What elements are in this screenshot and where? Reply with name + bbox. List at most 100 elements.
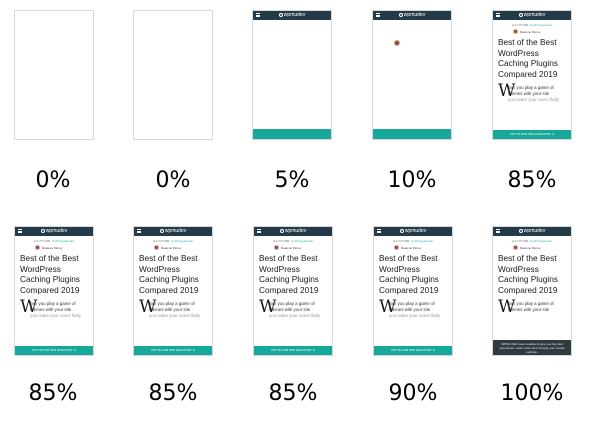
author-name[interactable]: Raelene Morey: [42, 246, 62, 250]
author-avatar: [394, 40, 400, 46]
author-name[interactable]: Raelene Morey: [520, 246, 540, 250]
article-intro: hen you play a game of themes with your s…: [269, 301, 321, 318]
cta-bar: OPT IN FOR 50% DISCOUNT ➜: [15, 346, 93, 355]
frame-8-progress-label: 85%: [268, 381, 318, 406]
frame-5-progress-label: 85%: [507, 168, 557, 193]
frame-10-progress-label: 100%: [500, 381, 564, 406]
article-title: Best of the Best WordPress Caching Plugi…: [498, 37, 558, 79]
article-meta: ● 4,777,000 ⊙ 22 Comments: [134, 239, 212, 243]
author-name[interactable]: Raelene Morey: [401, 246, 421, 250]
article-title: Best of the Best WordPress Caching Plugi…: [498, 253, 558, 295]
site-header: wpmudev: [254, 227, 332, 236]
views-count: ● 4,777,000: [512, 239, 529, 243]
author-name[interactable]: Raelene Morey: [281, 246, 301, 250]
logo-mark-icon: [398, 12, 403, 17]
frame-1-progress-label: 0%: [35, 168, 71, 193]
article-meta: ● 4,777,000 ⊙ 22 Comments: [254, 239, 332, 243]
site-logo[interactable]: wpmudev: [15, 228, 93, 235]
site-brand: wpmudev: [523, 228, 546, 234]
frame-6-progress-label: 85%: [28, 381, 78, 406]
comments-link[interactable]: ⊙ 22 Comments: [291, 239, 313, 243]
comments-link[interactable]: ⊙ 22 Comments: [171, 239, 193, 243]
views-count: ● 4,777,000: [512, 23, 529, 27]
frame-9-progress-label: 90%: [388, 381, 438, 406]
logo-mark-icon: [518, 12, 523, 17]
article-intro: hen you play a game of themes with your s…: [508, 301, 554, 312]
author-name[interactable]: Raelene Morey: [520, 30, 540, 34]
frame-7-progress-label: 85%: [148, 381, 198, 406]
filmstrip-frame-5: wpmudev ● 4,777,000 ⊙ 22 Comments Raelen…: [492, 10, 572, 140]
logo-mark-icon: [279, 228, 284, 233]
discount-cta-button[interactable]: OPT IN FOR 50% DISCOUNT ➜: [134, 347, 212, 354]
author-avatar: [35, 245, 40, 250]
article-meta: ● 4,777,000 ⊙ 22 Comments: [15, 239, 93, 243]
site-logo[interactable]: wpmudev: [253, 12, 331, 19]
article-intro: hen you play a game of themes with your s…: [149, 301, 201, 318]
site-brand: wpmudev: [523, 12, 546, 18]
site-brand: wpmudev: [45, 228, 68, 234]
site-brand: wpmudev: [404, 228, 427, 234]
cta-bar: OPT IN FOR 50% DISCOUNT ➜: [254, 346, 332, 355]
filmstrip-frame-4: wpmudev: [372, 10, 452, 140]
site-brand: wpmudev: [283, 12, 306, 18]
site-header: wpmudev: [373, 11, 451, 20]
filmstrip-frame-3: wpmudev: [252, 10, 332, 140]
comments-link[interactable]: ⊙ 22 Comments: [530, 23, 552, 27]
comments-link[interactable]: ⊙ 22 Comments: [411, 239, 433, 243]
filmstrip-frame-10: wpmudev ● 4,777,000 ⊙ 22 Comments Raelen…: [492, 226, 572, 356]
site-logo[interactable]: wpmudev: [374, 228, 452, 235]
views-count: ● 4,777,000: [273, 239, 290, 243]
cta-bar: OPT IN FOR 50% DISCOUNT ➜: [134, 346, 212, 355]
site-header: wpmudev: [134, 227, 212, 236]
cta-bar: OPT IN FOR 50% DISCOUNT ➜: [374, 346, 452, 355]
logo-mark-icon: [278, 12, 283, 17]
cta-bar: [373, 129, 451, 139]
article-meta: ● 4,777,000 ⊙ 22 Comments: [493, 23, 571, 27]
logo-mark-icon: [399, 228, 404, 233]
article-title: Best of the Best WordPress Caching Plugi…: [259, 253, 319, 295]
author-avatar: [513, 29, 518, 34]
article-intro: hen you play a game of themes with your s…: [508, 85, 560, 102]
filmstrip-frame-6: wpmudev ● 4,777,000 ⊙ 22 Comments Raelen…: [14, 226, 94, 356]
article-title: Best of the Best WordPress Caching Plugi…: [20, 253, 80, 295]
site-brand: wpmudev: [164, 228, 187, 234]
site-header: wpmudev: [253, 11, 331, 20]
frame-4-progress-label: 10%: [387, 168, 437, 193]
article-intro: hen you play a game of themes with your s…: [389, 301, 441, 318]
author-name[interactable]: Raelene Morey: [161, 246, 181, 250]
discount-cta-button[interactable]: OPT IN FOR 50% DISCOUNT ➜: [493, 131, 571, 138]
filmstrip-frame-2: [133, 10, 213, 140]
site-logo[interactable]: wpmudev: [493, 12, 571, 19]
comments-link[interactable]: ⊙ 22 Comments: [530, 239, 552, 243]
cookie-notice-bar: WPMU DEV uses cookies to give you the be…: [493, 340, 571, 355]
author-avatar: [154, 245, 159, 250]
site-header: wpmudev: [15, 227, 93, 236]
discount-cta-button[interactable]: OPT IN FOR 50% DISCOUNT ➜: [254, 347, 332, 354]
site-brand: wpmudev: [284, 228, 307, 234]
site-brand: wpmudev: [403, 12, 426, 18]
filmstrip-frame-1: [14, 10, 94, 140]
site-header: wpmudev: [493, 227, 571, 236]
comments-link[interactable]: ⊙ 22 Comments: [52, 239, 74, 243]
site-header: wpmudev: [493, 11, 571, 20]
frame-3-progress-label: 5%: [274, 168, 310, 193]
logo-mark-icon: [159, 228, 164, 233]
article-meta: ● 4,777,000 ⊙ 22 Comments: [374, 239, 452, 243]
cta-bar: OPT IN FOR 50% DISCOUNT ➜: [493, 130, 571, 139]
logo-mark-icon: [518, 228, 523, 233]
author-avatar: [394, 245, 399, 250]
filmstrip-frame-9: wpmudev ● 4,777,000 ⊙ 22 Comments Raelen…: [373, 226, 453, 356]
cookie-notice-text[interactable]: WPMU DEV uses cookies to give you the be…: [493, 342, 571, 354]
article-intro: hen you play a game of themes with your s…: [30, 301, 82, 318]
article-title: Best of the Best WordPress Caching Plugi…: [139, 253, 199, 295]
site-logo[interactable]: wpmudev: [134, 228, 212, 235]
views-count: ● 4,777,000: [153, 239, 170, 243]
discount-cta-button[interactable]: OPT IN FOR 50% DISCOUNT ➜: [15, 347, 93, 354]
views-count: ● 4,777,000: [393, 239, 410, 243]
views-count: ● 4,777,000: [34, 239, 51, 243]
site-logo[interactable]: wpmudev: [493, 228, 571, 235]
discount-cta-button[interactable]: OPT IN FOR 50% DISCOUNT ➜: [374, 347, 452, 354]
site-logo[interactable]: wpmudev: [254, 228, 332, 235]
site-logo[interactable]: wpmudev: [373, 12, 451, 19]
filmstrip-frame-7: wpmudev ● 4,777,000 ⊙ 22 Comments Raelen…: [133, 226, 213, 356]
